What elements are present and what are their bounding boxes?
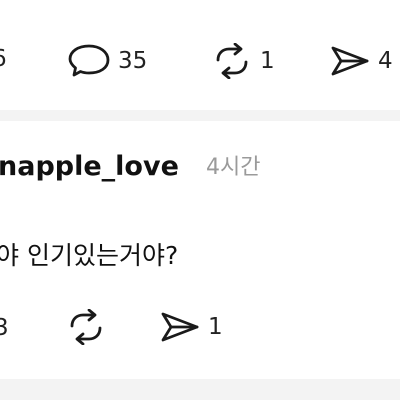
reply-comment-action[interactable]: 3 [0,317,9,340]
share-count: 4 [378,47,393,74]
like-action[interactable]: 6 [0,48,7,71]
timestamp: 4시간 [206,155,261,180]
like-count: 6 [0,48,7,71]
reply-comment-count: 3 [0,315,9,341]
repost-action[interactable]: 1 [210,43,275,79]
comment-action[interactable]: 35 [68,43,147,79]
reply-share-count: 1 [208,313,223,340]
comment-count: 35 [118,47,148,74]
upper-post: 6 35 1 4 [0,0,400,110]
post-text: 야 인기있는거야? [0,241,179,270]
share-icon [160,309,202,345]
username[interactable]: napple_love [0,153,179,180]
share-action[interactable]: 4 [330,43,393,79]
share-icon [330,43,372,79]
comment-icon [68,43,112,79]
reply-repost-action[interactable] [64,309,108,345]
repost-icon [64,309,108,345]
reply-share-action[interactable]: 1 [160,309,223,345]
repost-count: 1 [260,47,275,74]
repost-icon [210,43,254,79]
